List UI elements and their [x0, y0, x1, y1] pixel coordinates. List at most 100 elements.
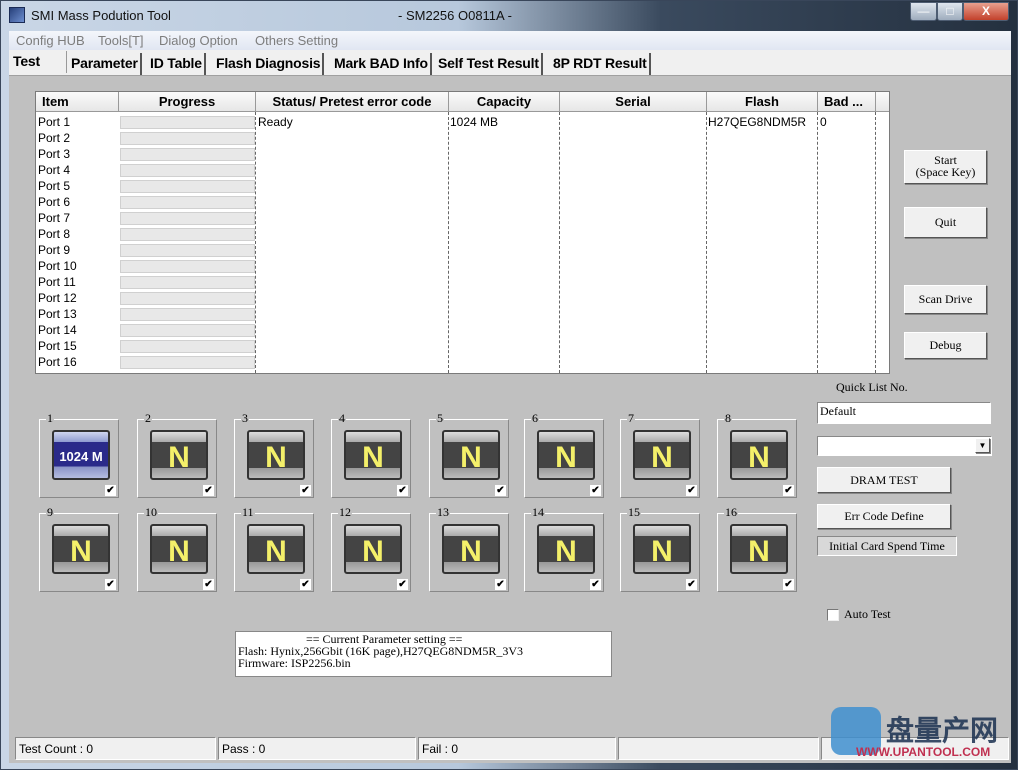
- port-tile-display: N: [362, 441, 384, 474]
- port-tile-label: 6: [531, 411, 539, 426]
- progress-bar-port-6: [120, 196, 255, 209]
- port-tile-12[interactable]: 12 N ✔: [331, 505, 411, 592]
- debug-button[interactable]: Debug: [904, 332, 987, 359]
- port-tile-label: 9: [46, 505, 54, 520]
- port-tile-14[interactable]: 14 N ✔: [524, 505, 604, 592]
- menu-tools[interactable]: Tools[T]: [98, 33, 144, 48]
- tab-flash-diagnosis[interactable]: Flash Diagnosis: [214, 53, 325, 75]
- column-divider: [559, 112, 560, 373]
- port-tile-1[interactable]: 1 1024 M ✔: [39, 411, 119, 498]
- quick-list-select[interactable]: ▼: [817, 436, 992, 456]
- port-checkbox[interactable]: ✔: [397, 485, 408, 496]
- port-checkbox[interactable]: ✔: [686, 485, 697, 496]
- app-icon: [9, 7, 25, 23]
- port-checkbox[interactable]: ✔: [105, 579, 116, 590]
- col-header-bad[interactable]: Bad ...: [818, 92, 876, 112]
- row-item-port-4: Port 4: [38, 163, 71, 177]
- port-checkbox[interactable]: ✔: [203, 485, 214, 496]
- port-tile-7[interactable]: 7 N ✔: [620, 411, 700, 498]
- drive-icon: 1024 M: [52, 430, 110, 480]
- port-checkbox[interactable]: ✔: [203, 579, 214, 590]
- row-item-port-15: Port 15: [38, 339, 77, 353]
- progress-bar-port-2: [120, 132, 255, 145]
- port-tile-display: 1024 M: [59, 449, 103, 464]
- tab-id-table[interactable]: ID Table: [148, 53, 206, 75]
- column-divider: [255, 112, 256, 373]
- drive-icon: N: [537, 524, 595, 574]
- progress-bar-port-1: [120, 116, 255, 129]
- port-tile-3[interactable]: 3 N ✔: [234, 411, 314, 498]
- port-table[interactable]: Item Progress Status/ Pretest error code…: [35, 91, 890, 374]
- port-tile-2[interactable]: 2 N ✔: [137, 411, 217, 498]
- port-tile-label: 7: [627, 411, 635, 426]
- close-button[interactable]: X: [963, 2, 1009, 21]
- port-checkbox[interactable]: ✔: [590, 485, 601, 496]
- port-tile-display: N: [362, 535, 384, 568]
- port-tile-display: N: [265, 535, 287, 568]
- port-checkbox[interactable]: ✔: [783, 579, 794, 590]
- port-tile-15[interactable]: 15 N ✔: [620, 505, 700, 592]
- title-bar[interactable]: SMI Mass Podution Tool - SM2256 O0811A -…: [1, 1, 1017, 31]
- col-header-progress[interactable]: Progress: [119, 92, 256, 112]
- port-tile-display: N: [555, 535, 577, 568]
- tab-self-test-result[interactable]: Self Test Result: [436, 53, 543, 75]
- menu-config-hub[interactable]: Config HUB: [16, 33, 85, 48]
- port-checkbox[interactable]: ✔: [783, 485, 794, 496]
- dram-test-button[interactable]: DRAM TEST: [817, 467, 951, 493]
- col-header-status[interactable]: Status/ Pretest error code: [256, 92, 449, 112]
- minimize-button[interactable]: —: [910, 2, 937, 21]
- port-checkbox[interactable]: ✔: [300, 579, 311, 590]
- port-tile-16[interactable]: 16 N ✔: [717, 505, 797, 592]
- port-tile-4[interactable]: 4 N ✔: [331, 411, 411, 498]
- start-button[interactable]: Start (Space Key): [904, 150, 987, 184]
- drive-icon: N: [633, 430, 691, 480]
- tab-parameter[interactable]: Parameter: [69, 53, 142, 75]
- row-item-port-3: Port 3: [38, 147, 71, 161]
- row-item-port-7: Port 7: [38, 211, 71, 225]
- menu-others-setting[interactable]: Others Setting: [255, 33, 338, 48]
- drive-icon: N: [150, 430, 208, 480]
- quick-list-input[interactable]: Default: [817, 402, 991, 424]
- port-checkbox[interactable]: ✔: [495, 485, 506, 496]
- progress-bar-port-4: [120, 164, 255, 177]
- port-tile-label: 12: [338, 505, 352, 520]
- err-code-define-button[interactable]: Err Code Define: [817, 504, 951, 529]
- tab-mark-bad-info[interactable]: Mark BAD Info: [332, 53, 432, 75]
- port-checkbox[interactable]: ✔: [105, 485, 116, 496]
- current-parameter-box: == Current Parameter setting == Flash: H…: [235, 631, 612, 677]
- port-checkbox[interactable]: ✔: [495, 579, 506, 590]
- port-checkbox[interactable]: ✔: [300, 485, 311, 496]
- drive-icon: N: [537, 430, 595, 480]
- port-tile-8[interactable]: 8 N ✔: [717, 411, 797, 498]
- auto-test-checkbox[interactable]: [827, 609, 839, 621]
- port-tile-label: 16: [724, 505, 738, 520]
- port-checkbox[interactable]: ✔: [590, 579, 601, 590]
- col-header-item[interactable]: Item: [36, 92, 119, 112]
- port-tile-5[interactable]: 5 N ✔: [429, 411, 509, 498]
- chevron-down-icon[interactable]: ▼: [975, 438, 990, 453]
- col-header-serial[interactable]: Serial: [560, 92, 707, 112]
- initial-card-spend-time-button[interactable]: Initial Card Spend Time: [817, 536, 957, 556]
- row-status: Ready: [258, 115, 293, 129]
- port-tile-9[interactable]: 9 N ✔: [39, 505, 119, 592]
- port-tile-13[interactable]: 13 N ✔: [429, 505, 509, 592]
- scan-drive-button[interactable]: Scan Drive: [904, 285, 987, 314]
- progress-bar-port-5: [120, 180, 255, 193]
- port-checkbox[interactable]: ✔: [397, 579, 408, 590]
- col-header-flash[interactable]: Flash: [707, 92, 818, 112]
- row-capacity: 1024 MB: [450, 115, 499, 129]
- port-tile-display: N: [168, 535, 190, 568]
- tab-test[interactable]: Test: [11, 51, 67, 73]
- port-tile-11[interactable]: 11 N ✔: [234, 505, 314, 592]
- progress-bar-port-9: [120, 244, 255, 257]
- status-pass: Pass : 0: [218, 737, 416, 760]
- drive-icon: N: [442, 430, 500, 480]
- menu-dialog-option[interactable]: Dialog Option: [159, 33, 238, 48]
- port-checkbox[interactable]: ✔: [686, 579, 697, 590]
- col-header-capacity[interactable]: Capacity: [449, 92, 560, 112]
- maximize-button[interactable]: □: [937, 2, 963, 21]
- port-tile-10[interactable]: 10 N ✔: [137, 505, 217, 592]
- port-tile-6[interactable]: 6 N ✔: [524, 411, 604, 498]
- quit-button[interactable]: Quit: [904, 207, 987, 238]
- tab-8p-rdt-result[interactable]: 8P RDT Result: [551, 53, 651, 75]
